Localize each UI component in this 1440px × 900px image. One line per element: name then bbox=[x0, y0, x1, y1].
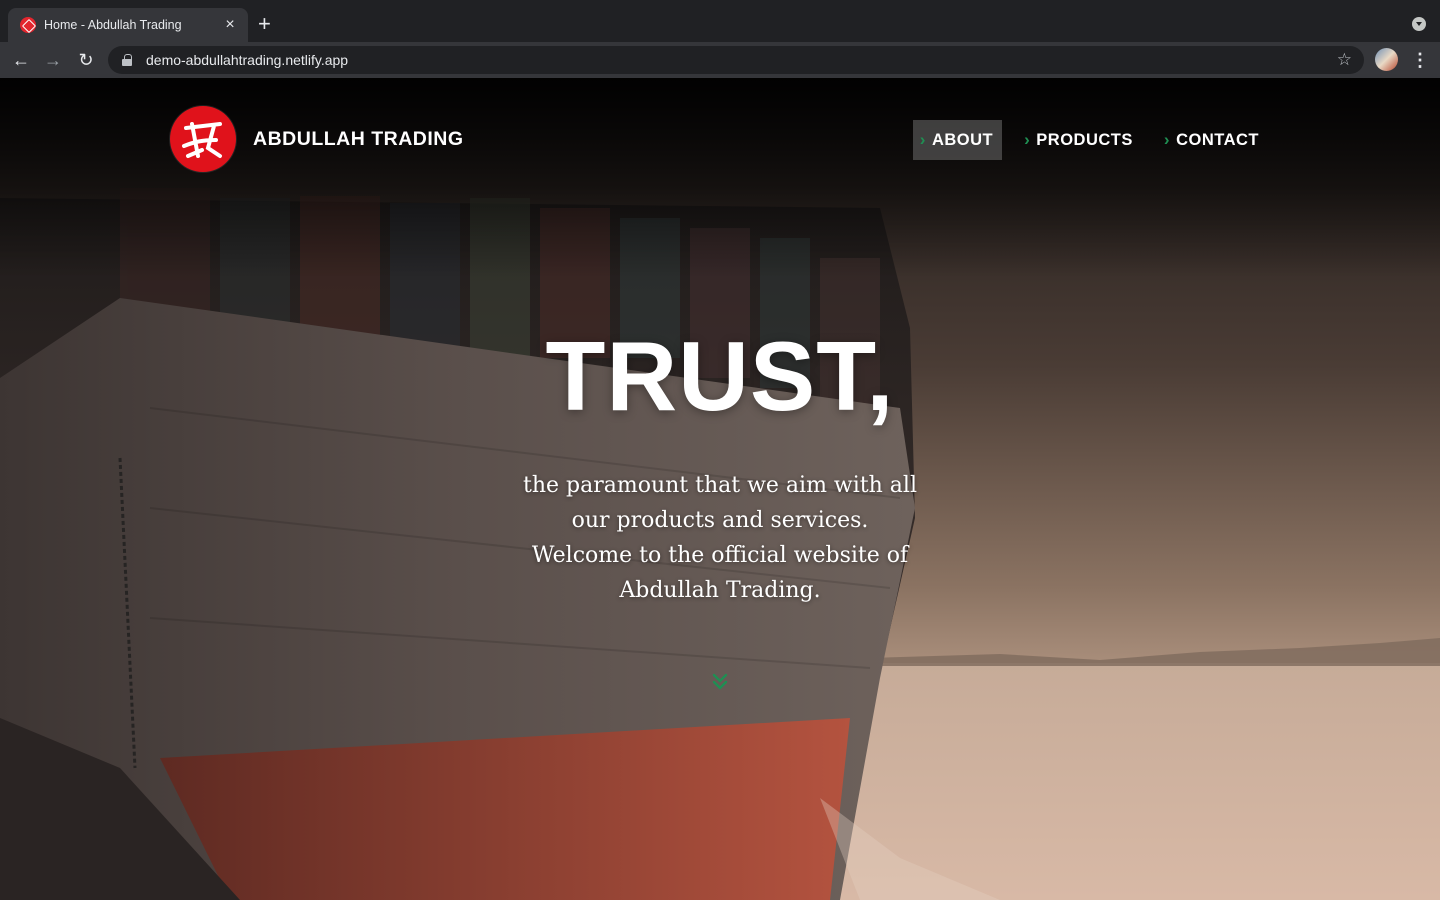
close-tab-icon[interactable]: × bbox=[222, 17, 238, 33]
chevron-right-icon: › bbox=[1163, 130, 1171, 149]
nav-products[interactable]: › PRODUCTS bbox=[1017, 120, 1142, 160]
main-nav: › ABOUT › PRODUCTS › CONTACT bbox=[898, 120, 1268, 160]
brand-name[interactable]: ABDULLAH TRADING bbox=[253, 128, 464, 151]
bookmark-star-icon[interactable]: ☆ bbox=[1337, 50, 1352, 70]
profile-avatar[interactable] bbox=[1375, 48, 1398, 71]
tab-search-icon[interactable] bbox=[1412, 17, 1426, 31]
nav-about[interactable]: › ABOUT bbox=[912, 120, 1003, 160]
nav-contact-label: CONTACT bbox=[1176, 130, 1259, 149]
reload-button[interactable]: ↻ bbox=[71, 42, 101, 78]
address-bar[interactable]: demo-abdullahtrading.netlify.app ☆ bbox=[108, 46, 1364, 74]
new-tab-button[interactable]: + bbox=[258, 13, 271, 35]
lock-icon[interactable] bbox=[122, 54, 132, 66]
browser-menu-icon[interactable]: ⋮ bbox=[1411, 42, 1429, 78]
page-viewport: ABDULLAH TRADING › ABOUT › PRODUCTS › CO… bbox=[0, 78, 1440, 900]
nav-products-label: PRODUCTS bbox=[1036, 130, 1133, 149]
forward-button[interactable]: → bbox=[38, 42, 68, 78]
hero-line: our products and services. bbox=[571, 508, 869, 533]
chevron-right-icon: › bbox=[1024, 130, 1031, 149]
hero-subtitle: the paramount that we aim with all our p… bbox=[520, 468, 920, 608]
nav-contact[interactable]: › CONTACT bbox=[1157, 120, 1268, 160]
tab-title: Home - Abdullah Trading bbox=[44, 18, 182, 32]
url-text[interactable]: demo-abdullahtrading.netlify.app bbox=[146, 52, 1337, 68]
hero-line: the paramount that we aim with all bbox=[522, 473, 917, 498]
nav-about-label: ABOUT bbox=[931, 130, 994, 149]
browser-toolbar: ← → ↻ demo-abdullahtrading.netlify.app ☆… bbox=[0, 42, 1440, 78]
hero-title: TRUST, bbox=[545, 321, 895, 431]
tab-strip: Home - Abdullah Trading × + bbox=[0, 0, 1440, 42]
browser-tab[interactable]: Home - Abdullah Trading × bbox=[8, 8, 248, 42]
favicon-icon bbox=[20, 17, 36, 33]
hero-line: Welcome to the official website of bbox=[531, 543, 909, 568]
hero-line: Abdullah Trading. bbox=[619, 578, 821, 603]
chevron-right-icon: › bbox=[919, 130, 926, 149]
brand-logo[interactable] bbox=[170, 106, 236, 172]
back-button[interactable]: ← bbox=[6, 42, 36, 78]
brand[interactable]: ABDULLAH TRADING bbox=[170, 106, 464, 172]
double-chevron-down-icon[interactable] bbox=[710, 670, 730, 694]
